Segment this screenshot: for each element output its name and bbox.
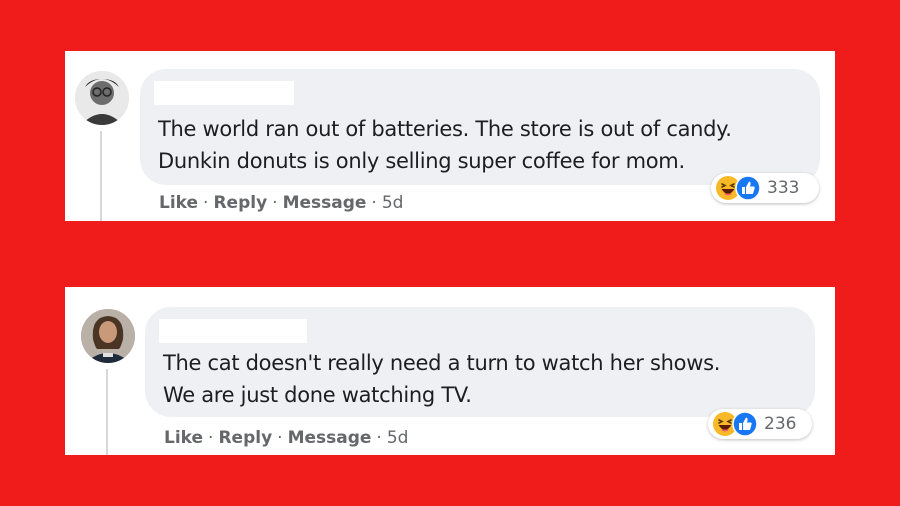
avatar[interactable] xyxy=(81,309,135,363)
avatar-image xyxy=(75,71,129,125)
timestamp[interactable]: 5d xyxy=(387,428,409,448)
comment-card: The world ran out of batteries. The stor… xyxy=(65,51,835,221)
reaction-summary[interactable]: 333 xyxy=(711,173,819,203)
like-icon xyxy=(732,411,758,437)
reply-link[interactable]: Reply xyxy=(213,193,267,213)
thread-line xyxy=(106,369,108,455)
comment-actions: Like · Reply · Message · 5d xyxy=(164,428,408,448)
separator: · xyxy=(277,428,283,448)
like-link[interactable]: Like xyxy=(159,193,198,213)
thread-line xyxy=(100,131,102,221)
comment-text: The world ran out of batteries. The stor… xyxy=(158,117,732,173)
avatar[interactable] xyxy=(75,71,129,125)
redacted-author-name xyxy=(154,81,294,105)
redacted-author-name xyxy=(159,319,307,343)
comment-bubble: The cat doesn't really need a turn to wa… xyxy=(145,307,815,417)
separator: · xyxy=(208,428,214,448)
reaction-summary[interactable]: 236 xyxy=(708,409,812,439)
message-link[interactable]: Message xyxy=(288,428,372,448)
separator: · xyxy=(371,193,377,213)
like-link[interactable]: Like xyxy=(164,428,203,448)
comment-card: The cat doesn't really need a turn to wa… xyxy=(65,287,835,455)
timestamp[interactable]: 5d xyxy=(382,193,404,213)
like-icon xyxy=(735,175,761,201)
separator: · xyxy=(376,428,382,448)
comment-text: The cat doesn't really need a turn to wa… xyxy=(163,351,721,407)
reaction-count: 333 xyxy=(767,178,800,198)
separator: · xyxy=(203,193,209,213)
message-link[interactable]: Message xyxy=(283,193,367,213)
comment-actions: Like · Reply · Message · 5d xyxy=(159,193,403,213)
avatar-image xyxy=(81,309,135,363)
separator: · xyxy=(272,193,278,213)
reply-link[interactable]: Reply xyxy=(218,428,272,448)
comment-bubble: The world ran out of batteries. The stor… xyxy=(140,69,820,185)
reaction-count: 236 xyxy=(764,414,797,434)
